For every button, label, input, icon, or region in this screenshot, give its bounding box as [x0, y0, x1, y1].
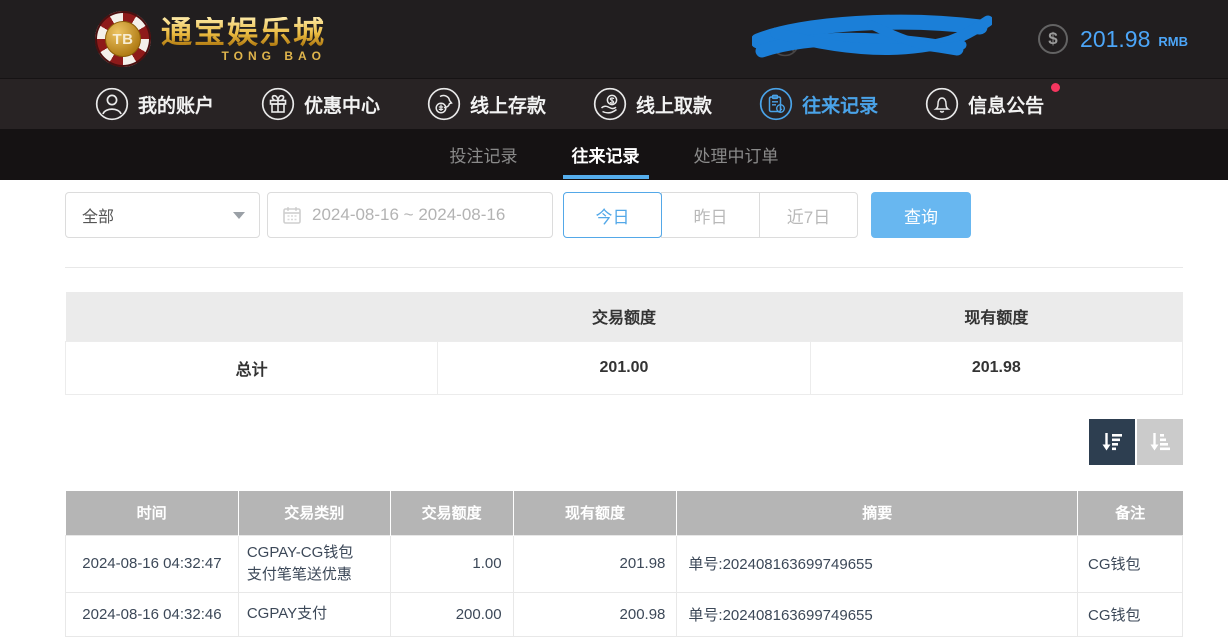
- summary-total-row: 总计 201.00 201.98: [64, 340, 1184, 395]
- nav-item-notices[interactable]: 信息公告: [925, 83, 1061, 121]
- balance-amount: 201.98: [1080, 25, 1151, 52]
- summary-total-current-amount: 201.98: [809, 340, 1184, 395]
- brand-subtitle: TONG BAO: [221, 48, 326, 63]
- sort-ascending-button[interactable]: [1137, 418, 1183, 465]
- balance-currency: RMB: [1158, 34, 1188, 49]
- top-bar: TB 通宝娱乐城 TONG BAO $ 201.98 RMB: [0, 0, 1228, 78]
- chip-label: TB: [105, 21, 141, 57]
- col-summary: 摘要: [676, 490, 1079, 536]
- col-trade-amount: 交易额度: [390, 490, 514, 536]
- records-header-row: 时间 交易类别 交易额度 现有额度 摘要 备注: [65, 490, 1183, 536]
- table-row: 2024-08-16 04:32:47 CGPAY-CG钱包 支付笔笔送优惠 1…: [65, 535, 1183, 593]
- cell-trade-amount: 1.00: [389, 535, 514, 593]
- content-area: 全部 2024-08-16 ~ 2024-08-16 今日 昨日 近7日 查询 …: [0, 180, 1228, 637]
- col-current-amount: 现有额度: [513, 490, 678, 536]
- table-row: 2024-08-16 04:32:46 CGPAY支付 200.00 200.9…: [65, 591, 1183, 637]
- username-redacted[interactable]: [752, 11, 993, 67]
- cell-current-amount: 200.98: [512, 591, 678, 637]
- brand-logo[interactable]: TB 通宝娱乐城 TONG BAO: [95, 11, 326, 67]
- records-table: 时间 交易类别 交易额度 现有额度 摘要 备注 2024-08-16 04:32…: [65, 490, 1183, 637]
- range-yesterday-button[interactable]: 昨日: [661, 192, 760, 238]
- nav-item-my-account[interactable]: 我的账户: [95, 87, 214, 121]
- col-type: 交易类别: [238, 490, 391, 536]
- calendar-icon: [283, 207, 301, 224]
- dollar-circle-icon: $: [1038, 24, 1069, 54]
- chevron-down-icon: [233, 211, 245, 219]
- tab-betting-records[interactable]: 投注记录: [441, 129, 527, 180]
- query-button[interactable]: 查询: [871, 192, 971, 238]
- cell-type: CGPAY-CG钱包 支付笔笔送优惠: [237, 535, 391, 593]
- section-divider: [65, 267, 1183, 268]
- deposit-icon: [427, 87, 461, 121]
- summary-total-label: 总计: [64, 340, 439, 395]
- sort-descending-icon: [1102, 432, 1122, 450]
- filter-bar: 全部 2024-08-16 ~ 2024-08-16 今日 昨日 近7日 查询: [65, 192, 1183, 238]
- casino-chip-icon: TB: [95, 11, 151, 67]
- cell-time: 2024-08-16 04:32:47: [65, 535, 239, 593]
- summary-col-current-amount: 现有额度: [810, 292, 1183, 341]
- bell-icon: [925, 87, 959, 121]
- brand-title: 通宝娱乐城: [161, 14, 326, 50]
- cell-trade-amount: 200.00: [389, 591, 514, 637]
- summary-col-trade-amount: 交易额度: [437, 292, 811, 341]
- gift-icon: [261, 87, 295, 121]
- balance-display[interactable]: $ 201.98 RMB: [1038, 24, 1188, 54]
- tab-transaction-records[interactable]: 往来记录: [562, 129, 649, 180]
- nav-item-promotions[interactable]: 优惠中心: [261, 87, 380, 121]
- nav-item-transactions[interactable]: 往来记录: [759, 87, 878, 121]
- range-today-button[interactable]: 今日: [563, 192, 662, 238]
- cell-note: CG钱包: [1077, 535, 1183, 593]
- tab-pending-orders[interactable]: 处理中订单: [685, 129, 788, 180]
- records-icon: [759, 87, 793, 121]
- col-time: 时间: [65, 490, 239, 536]
- summary-table: 交易额度 现有额度 总计 201.00 201.98: [64, 292, 1184, 395]
- record-tabs: 投注记录 往来记录 处理中订单: [0, 129, 1228, 180]
- notice-badge-dot: [1051, 83, 1061, 92]
- main-nav: 我的账户 优惠中心 线上存款 线上取款 往来记录 信息公告: [0, 78, 1228, 129]
- cell-current-amount: 201.98: [512, 535, 678, 593]
- type-select[interactable]: 全部: [65, 192, 260, 238]
- account-area: $ 201.98 RMB: [752, 11, 1188, 67]
- nav-item-deposit[interactable]: 线上存款: [427, 87, 546, 121]
- sort-descending-button[interactable]: [1089, 418, 1135, 465]
- col-note: 备注: [1077, 490, 1183, 536]
- cell-summary: 单号:202408163699749655: [676, 591, 1079, 637]
- nav-item-withdraw[interactable]: 线上取款: [593, 87, 712, 121]
- summary-col-empty: [65, 292, 438, 341]
- redaction-scribble: [752, 14, 993, 58]
- date-range-input[interactable]: 2024-08-16 ~ 2024-08-16: [267, 192, 553, 238]
- sort-ascending-icon: [1150, 432, 1170, 450]
- cell-type: CGPAY支付: [237, 591, 391, 637]
- summary-total-trade-amount: 201.00: [437, 340, 811, 395]
- cell-summary: 单号:202408163699749655: [676, 535, 1079, 593]
- user-icon: [95, 87, 129, 121]
- cell-note: CG钱包: [1077, 591, 1183, 637]
- summary-header-row: 交易额度 现有额度: [65, 292, 1183, 341]
- quick-range-group: 今日 昨日 近7日: [563, 192, 858, 238]
- cell-time: 2024-08-16 04:32:46: [65, 591, 239, 637]
- sort-controls: [65, 418, 1183, 465]
- withdraw-icon: [593, 87, 627, 121]
- range-last7days-button[interactable]: 近7日: [759, 192, 858, 238]
